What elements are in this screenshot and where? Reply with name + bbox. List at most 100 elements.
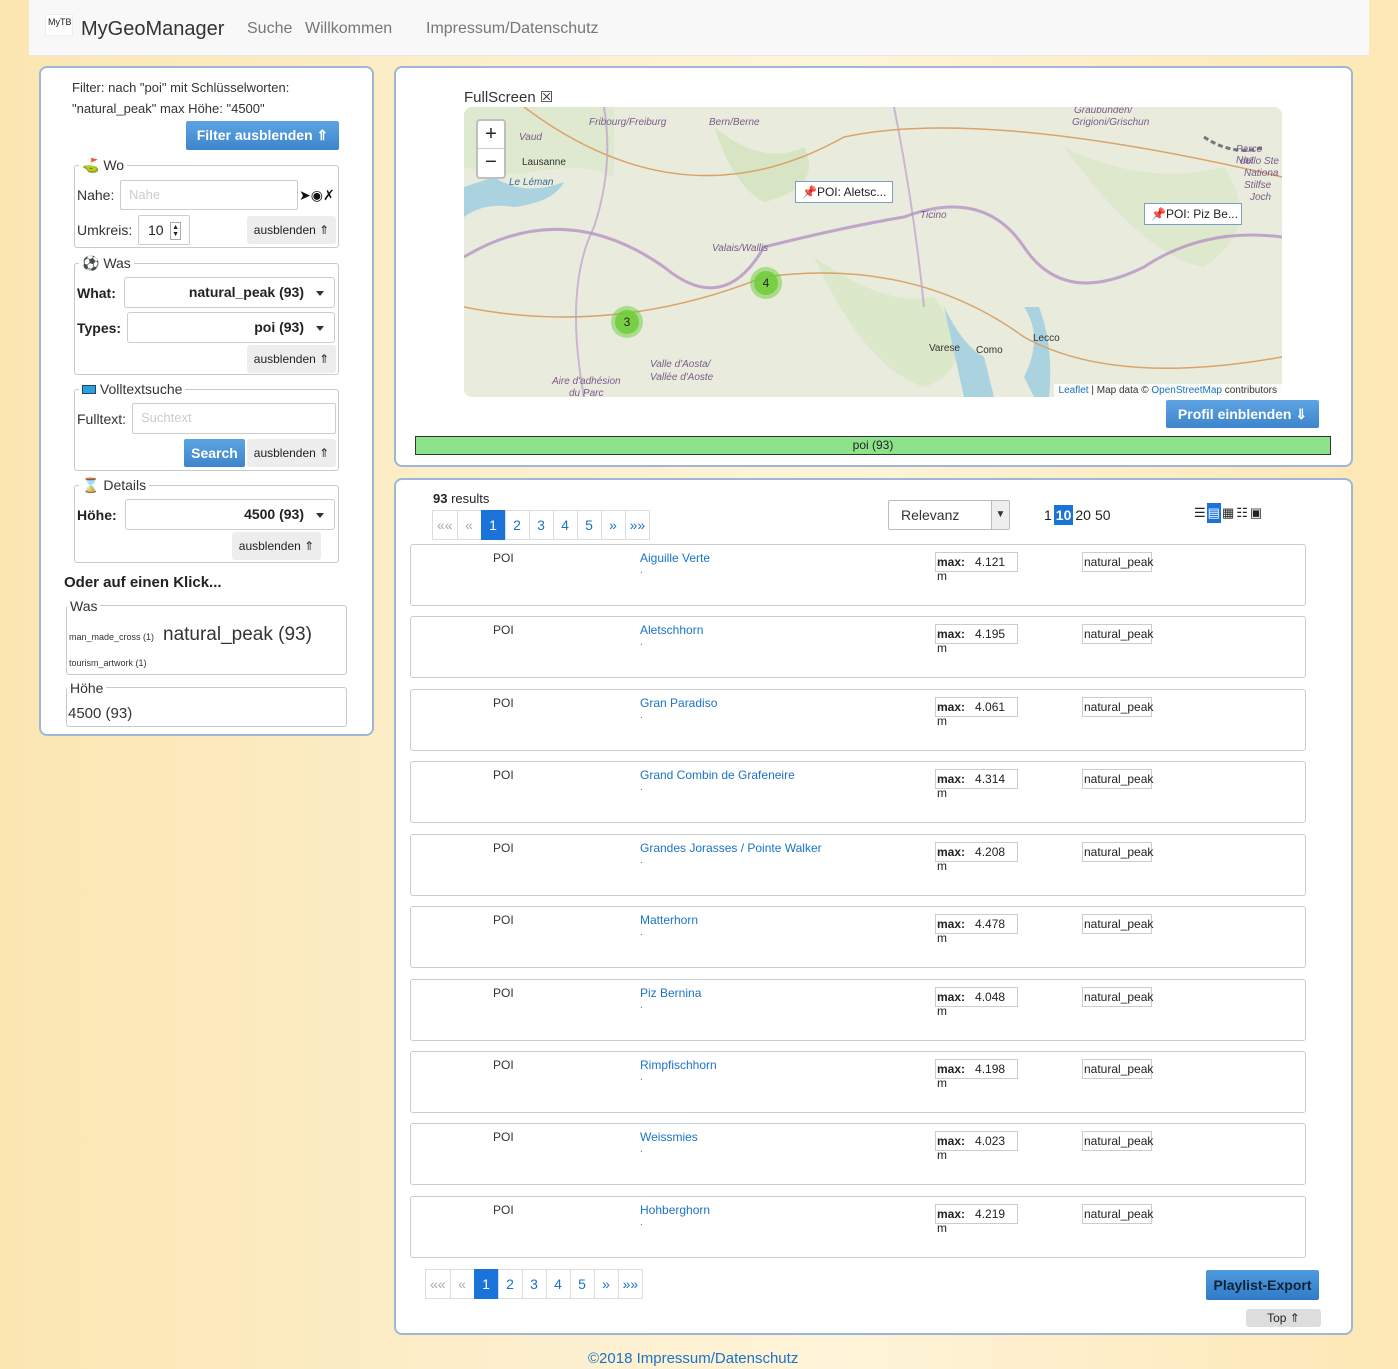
what-select[interactable]: natural_peak (93) — [124, 277, 335, 308]
result-name-link[interactable]: Hohberghorn — [640, 1203, 710, 1217]
result-name-link[interactable]: Weissmies — [640, 1130, 698, 1144]
tag-man-made-cross[interactable]: man_made_cross (1) — [69, 632, 154, 642]
result-name-link[interactable]: Matterhorn — [640, 913, 698, 927]
page-next-bottom[interactable]: » — [593, 1269, 619, 1299]
result-name-link[interactable]: Piz Bernina — [640, 986, 701, 1000]
result-desc: . — [640, 927, 643, 938]
was-hide-button[interactable]: ausblenden ⇑ — [247, 345, 336, 373]
grid-view-icon[interactable]: ▦ — [1221, 503, 1235, 523]
map[interactable]: Vaud Fribourg/Freiburg Bern/Berne Graubü… — [464, 107, 1282, 397]
zoom-control: + − — [476, 119, 506, 179]
page-4-bottom[interactable]: 4 — [545, 1269, 571, 1299]
wo-hide-button[interactable]: ausblenden ⇑ — [247, 216, 336, 244]
ball-icon: ⚽ — [82, 255, 100, 271]
zoom-out-button[interactable]: − — [478, 149, 504, 177]
tile-view-icon[interactable]: ▣ — [1249, 503, 1263, 523]
page-last-bottom[interactable]: »» — [617, 1269, 644, 1299]
page-prev-bottom[interactable]: « — [449, 1269, 475, 1299]
page-3[interactable]: 3 — [528, 510, 554, 540]
result-keyword[interactable]: natural_peak — [1082, 552, 1153, 572]
page-1[interactable]: 1 — [480, 510, 506, 540]
page-4[interactable]: 4 — [552, 510, 578, 540]
oneclick-title: Oder auf einen Klick... — [64, 574, 222, 591]
result-name-link[interactable]: Gran Paradiso — [640, 696, 717, 710]
height-select[interactable]: 4500 (93) — [125, 499, 335, 530]
details-hide-button[interactable]: ausblenden ⇑ — [232, 532, 321, 560]
detail-view-icon[interactable]: ▤ — [1206, 503, 1221, 523]
fulltext-input[interactable]: Suchtext — [132, 403, 336, 434]
result-type: POI — [493, 841, 514, 855]
result-name-link[interactable]: Grandes Jorasses / Pointe Walker — [640, 841, 822, 855]
result-max-height: max: 4.219 m — [935, 1204, 1018, 1235]
list-view-icon[interactable]: ☰ — [1193, 503, 1207, 523]
result-keyword[interactable]: natural_peak — [1082, 769, 1153, 789]
tag-natural-peak[interactable]: natural_peak (93) — [163, 624, 312, 646]
page-first-bottom[interactable]: «« — [425, 1269, 451, 1299]
show-profile-button[interactable]: Profil einblenden ⇓ — [1166, 400, 1319, 428]
spinner-icon[interactable]: ▲ ▼ — [170, 222, 181, 240]
brand-link[interactable]: MyGeoManager — [81, 18, 224, 41]
page-5[interactable]: 5 — [576, 510, 602, 540]
result-row: POI Aletschhorn. max: 4.195 m natural_peak — [410, 616, 1306, 678]
map-label-graubuenden: Graubünden/ — [1074, 107, 1133, 116]
radius-stepper[interactable]: 10 ▲ ▼ — [138, 215, 190, 245]
result-name-link[interactable]: Rimpfischhorn — [640, 1058, 717, 1072]
tag-tourism-artwork[interactable]: tourism_artwork (1) — [69, 658, 147, 668]
popup-aletschhorn[interactable]: 📌POI: Aletsc... — [795, 181, 893, 203]
nav-impressum[interactable]: Impressum/Datenschutz — [426, 20, 599, 38]
map-label-nationa: Nationa — [1244, 168, 1279, 179]
page-2-bottom[interactable]: 2 — [497, 1269, 523, 1299]
types-select[interactable]: poi (93) — [127, 312, 335, 343]
result-max-height: max: 4.208 m — [935, 842, 1018, 873]
page-1-bottom[interactable]: 1 — [473, 1269, 499, 1299]
result-keyword[interactable]: natural_peak — [1082, 1204, 1153, 1224]
osm-link[interactable]: OpenStreetMap — [1151, 385, 1222, 396]
footer-link[interactable]: ©2018 Impressum/Datenschutz — [588, 1350, 798, 1367]
near-input[interactable]: Nahe — [120, 180, 298, 210]
marker-cluster-3[interactable]: 3 — [611, 306, 643, 338]
page-first[interactable]: «« — [432, 510, 458, 540]
hide-filter-button[interactable]: Filter ausblenden ⇑ — [186, 121, 339, 150]
result-name-link[interactable]: Aiguille Verte — [640, 551, 710, 565]
zoom-in-button[interactable]: + — [478, 121, 504, 149]
map-label-stilfse: Stilfse — [1244, 180, 1272, 191]
map-label-joch: Joch — [1250, 192, 1272, 203]
page-5-bottom[interactable]: 5 — [569, 1269, 595, 1299]
nav-suche[interactable]: Suche — [247, 20, 292, 38]
page-2[interactable]: 2 — [504, 510, 530, 540]
result-name-link[interactable]: Grand Combin de Grafeneire — [640, 768, 795, 782]
perpage-10[interactable]: 10 — [1053, 505, 1074, 525]
nav-willkommen[interactable]: Willkommen — [305, 20, 392, 38]
sort-select[interactable]: Relevanz ▼ — [888, 500, 1010, 530]
locate-icons[interactable]: ➤◉✗ — [299, 187, 335, 204]
result-type: POI — [493, 623, 514, 637]
result-keyword[interactable]: natural_peak — [1082, 1131, 1153, 1151]
result-keyword[interactable]: natural_peak — [1082, 697, 1153, 717]
result-keyword[interactable]: natural_peak — [1082, 624, 1153, 644]
logo-icon[interactable]: MyTB — [45, 14, 73, 36]
leaflet-link[interactable]: Leaflet — [1059, 385, 1089, 396]
search-button[interactable]: Search — [184, 439, 245, 467]
perpage-20[interactable]: 20 — [1073, 505, 1093, 525]
marker-cluster-4[interactable]: 4 — [750, 267, 782, 299]
popup-piz-bernina[interactable]: 📌POI: Piz Be... — [1144, 203, 1242, 225]
page-last[interactable]: »» — [624, 510, 651, 540]
perpage-1[interactable]: 1 — [1042, 505, 1054, 525]
result-name-link[interactable]: Aletschhorn — [640, 623, 703, 637]
fullscreen-toggle[interactable]: FullScreen ☒ — [464, 88, 553, 106]
view-mode-selector: ☰ ▤ ▦ ☷ ▣ — [1193, 503, 1263, 523]
page-prev[interactable]: « — [456, 510, 482, 540]
result-keyword[interactable]: natural_peak — [1082, 1059, 1153, 1079]
table-view-icon[interactable]: ☷ — [1235, 503, 1249, 523]
page-next[interactable]: » — [600, 510, 626, 540]
result-keyword[interactable]: natural_peak — [1082, 987, 1153, 1007]
result-keyword[interactable]: natural_peak — [1082, 914, 1153, 934]
top-button[interactable]: Top ⇑ — [1246, 1309, 1321, 1327]
result-keyword[interactable]: natural_peak — [1082, 842, 1153, 862]
tag-hoehe-4500[interactable]: 4500 (93) — [68, 705, 132, 722]
fulltext-hide-button[interactable]: ausblenden ⇑ — [247, 439, 336, 467]
perpage-50[interactable]: 50 — [1093, 505, 1113, 525]
page-3-bottom[interactable]: 3 — [521, 1269, 547, 1299]
playlist-export-button[interactable]: Playlist-Export — [1206, 1270, 1319, 1300]
result-row: POI Matterhorn. max: 4.478 m natural_peak — [410, 906, 1306, 968]
